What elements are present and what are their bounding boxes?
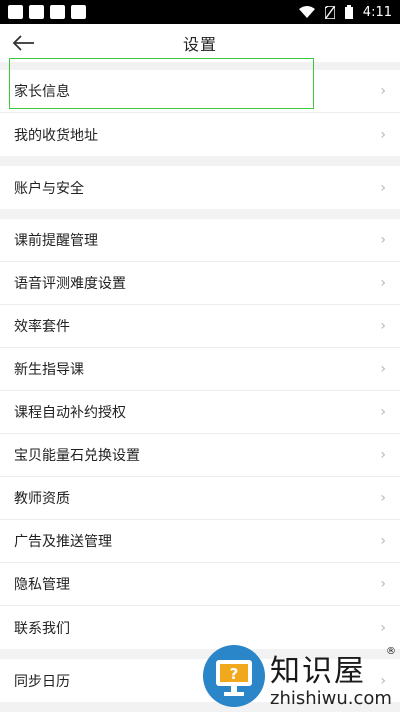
- settings-list: 家长信息 › 我的收货地址 › 账户与安全 › 课前提醒管理 › 语音评测难度设置 › 效…: [0, 70, 400, 702]
- notification-icon: [71, 5, 86, 19]
- settings-item-shipping-address[interactable]: 我的收货地址 ›: [0, 113, 400, 156]
- chevron-right-icon: ›: [380, 318, 386, 334]
- chevron-right-icon: ›: [380, 232, 386, 248]
- chevron-right-icon: ›: [380, 126, 386, 143]
- notification-icons: [8, 5, 86, 19]
- back-button[interactable]: [10, 30, 38, 56]
- settings-item-efficiency-kit[interactable]: 效率套件 ›: [0, 305, 400, 348]
- settings-item-label: 新生指导课: [14, 362, 84, 378]
- settings-section-general: 课前提醒管理 › 语音评测难度设置 › 效率套件 › 新生指导课 › 课程自动补约授权 ›…: [0, 219, 400, 649]
- settings-section-profile: 家长信息 › 我的收货地址 ›: [0, 70, 400, 156]
- settings-item-privacy[interactable]: 隐私管理 ›: [0, 563, 400, 606]
- settings-item-label: 同步日历: [14, 673, 70, 690]
- chevron-right-icon: ›: [380, 447, 386, 463]
- settings-item-label: 教师资质: [14, 491, 70, 507]
- settings-item-label: 家长信息: [14, 84, 70, 100]
- back-arrow-icon: [12, 35, 34, 51]
- settings-item-label: 我的收货地址: [14, 127, 98, 144]
- chevron-right-icon: ›: [380, 576, 386, 592]
- settings-item-ads-push[interactable]: 广告及推送管理 ›: [0, 520, 400, 563]
- chevron-right-icon: ›: [380, 83, 386, 99]
- settings-item-label: 宝贝能量石兑换设置: [14, 448, 140, 464]
- chevron-right-icon: ›: [380, 179, 386, 196]
- settings-section-calendar: 同步日历 ›: [0, 659, 400, 702]
- chevron-right-icon: ›: [380, 533, 386, 549]
- settings-item-auto-booking[interactable]: 课程自动补约授权 ›: [0, 391, 400, 434]
- settings-item-label: 联系我们: [14, 620, 70, 637]
- chevron-right-icon: ›: [380, 490, 386, 506]
- no-sim-icon: [324, 5, 335, 19]
- chevron-right-icon: ›: [380, 619, 386, 636]
- settings-item-sync-calendar[interactable]: 同步日历 ›: [0, 659, 400, 702]
- settings-item-energy-stone[interactable]: 宝贝能量石兑换设置 ›: [0, 434, 400, 477]
- status-time: 4:11: [362, 4, 392, 20]
- settings-item-label: 隐私管理: [14, 577, 70, 593]
- battery-icon: [344, 5, 353, 19]
- settings-item-label: 语音评测难度设置: [14, 276, 126, 292]
- notification-icon: [50, 5, 65, 19]
- settings-item-label: 账户与安全: [14, 180, 84, 197]
- chevron-right-icon: ›: [380, 404, 386, 420]
- settings-section-account: 账户与安全 ›: [0, 166, 400, 209]
- settings-item-account-security[interactable]: 账户与安全 ›: [0, 166, 400, 209]
- settings-item-label: 效率套件: [14, 319, 70, 335]
- settings-item-parent-info[interactable]: 家长信息 ›: [0, 70, 400, 113]
- settings-item-newcomer-course[interactable]: 新生指导课 ›: [0, 348, 400, 391]
- settings-item-teacher-qualification[interactable]: 教师资质 ›: [0, 477, 400, 520]
- settings-item-label: 广告及推送管理: [14, 534, 112, 550]
- settings-item-label: 课程自动补约授权: [14, 405, 126, 421]
- settings-item-label: 课前提醒管理: [14, 233, 98, 249]
- settings-item-class-reminder[interactable]: 课前提醒管理 ›: [0, 219, 400, 262]
- wifi-icon: [298, 6, 315, 18]
- chevron-right-icon: ›: [380, 275, 386, 291]
- page-title: 设置: [182, 35, 217, 54]
- settings-item-voice-difficulty[interactable]: 语音评测难度设置 ›: [0, 262, 400, 305]
- notification-icon: [8, 5, 23, 19]
- app-header: 设置: [0, 24, 400, 62]
- chevron-right-icon: ›: [380, 361, 386, 377]
- chevron-right-icon: ›: [380, 672, 386, 689]
- settings-item-contact-us[interactable]: 联系我们 ›: [0, 606, 400, 649]
- status-bar: 4:11: [0, 0, 400, 24]
- notification-icon: [29, 5, 44, 19]
